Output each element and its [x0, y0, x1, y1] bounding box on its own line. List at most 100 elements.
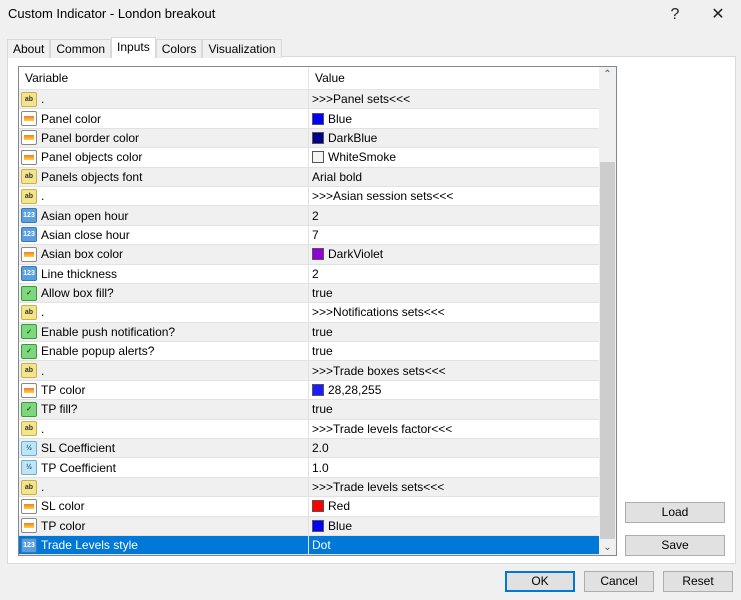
variable-cell[interactable]: 123 Asian close hour: [19, 225, 309, 245]
table-row[interactable]: Panel border color DarkBlue: [19, 128, 599, 149]
value-cell[interactable]: >>>Trade levels sets<<<: [309, 478, 444, 496]
table-row[interactable]: ab. >>>Trade boxes sets<<<: [19, 361, 599, 381]
value-cell[interactable]: >>>Trade levels factor<<<: [309, 420, 452, 438]
variable-name: SL Coefficient: [41, 441, 116, 456]
table-row[interactable]: ab. >>>Trade levels sets<<<: [19, 477, 599, 498]
variable-cell[interactable]: ✓ Allow box fill?: [19, 283, 309, 303]
value-text: true: [312, 402, 333, 417]
variable-cell[interactable]: ½ SL Coefficient: [19, 439, 309, 458]
value-cell[interactable]: true: [309, 342, 333, 360]
value-cell[interactable]: 28,28,255: [309, 381, 381, 399]
column-header-variable[interactable]: Variable: [19, 67, 309, 89]
variable-cell[interactable]: ab.: [19, 361, 309, 380]
save-button[interactable]: Save: [625, 535, 725, 556]
table-row[interactable]: TP color 28,28,255: [19, 380, 599, 401]
variable-cell[interactable]: ✓ TP fill?: [19, 400, 309, 419]
value-cell[interactable]: >>>Notifications sets<<<: [309, 303, 445, 321]
tab-visualization[interactable]: Visualization: [202, 39, 282, 58]
value-cell[interactable]: Arial bold: [309, 168, 362, 186]
value-cell[interactable]: 7: [309, 226, 319, 244]
scroll-up-icon[interactable]: ⌃: [599, 69, 616, 80]
tab-inputs[interactable]: Inputs: [111, 37, 156, 58]
value-cell[interactable]: >>>Panel sets<<<: [309, 90, 410, 108]
table-row[interactable]: Asian box color DarkViolet: [19, 245, 599, 265]
value-cell[interactable]: true: [309, 284, 333, 302]
variable-name: TP Coefficient: [41, 460, 116, 475]
value-text: >>>Panel sets<<<: [312, 92, 411, 107]
value-cell[interactable]: 1.0: [309, 458, 329, 476]
value-cell[interactable]: WhiteSmoke: [309, 148, 396, 166]
value-cell[interactable]: 2.0: [309, 439, 329, 457]
tab-about[interactable]: About: [7, 39, 51, 58]
value-cell[interactable]: Dot: [309, 536, 331, 554]
variable-cell[interactable]: Panel objects color: [19, 148, 309, 167]
help-button[interactable]: ?: [660, 4, 690, 26]
variable-cell[interactable]: ✓ Enable push notification?: [19, 322, 309, 342]
tab-common[interactable]: Common: [50, 39, 112, 58]
value-cell[interactable]: DarkViolet: [309, 245, 383, 263]
table-row[interactable]: ab. >>>Panel sets<<<: [19, 90, 599, 110]
table-row[interactable]: ½ SL Coefficient 2.0: [19, 439, 599, 459]
table-row[interactable]: ab. >>>Asian session sets<<<: [19, 186, 599, 207]
variable-cell[interactable]: ab.: [19, 477, 309, 497]
variable-cell[interactable]: ✓ Enable popup alerts?: [19, 342, 309, 361]
variable-cell[interactable]: ab.: [19, 419, 309, 439]
table-row[interactable]: ½ TP Coefficient 1.0: [19, 458, 599, 478]
variable-cell[interactable]: TP color: [19, 380, 309, 400]
variable-cell[interactable]: ab.: [19, 303, 309, 322]
variable-cell[interactable]: 123 Trade Levels style: [19, 535, 309, 555]
value-cell[interactable]: Red: [309, 497, 350, 515]
table-row[interactable]: ✓ Allow box fill? true: [19, 283, 599, 304]
ok-button[interactable]: OK: [505, 571, 575, 592]
variable-cell[interactable]: Asian box color: [19, 245, 309, 264]
variable-cell[interactable]: TP color: [19, 516, 309, 535]
variable-cell[interactable]: 123 Asian open hour: [19, 206, 309, 225]
column-header-value[interactable]: Value: [309, 67, 345, 89]
close-button[interactable]: ✕: [703, 4, 733, 26]
value-cell[interactable]: true: [309, 323, 333, 341]
variable-cell[interactable]: Panel color: [19, 109, 309, 128]
string-icon: ab: [21, 91, 37, 107]
cancel-button[interactable]: Cancel: [584, 571, 654, 592]
table-row[interactable]: ✓ Enable popup alerts? true: [19, 342, 599, 362]
tab-bar: About Common Inputs Colors Visualization: [7, 37, 282, 58]
boolean-icon: ✓: [21, 401, 37, 417]
variable-cell[interactable]: ab.: [19, 186, 309, 206]
value-cell[interactable]: Blue: [309, 109, 352, 127]
table-row[interactable]: ab. >>>Trade levels factor<<<: [19, 419, 599, 440]
table-row[interactable]: Panel objects color WhiteSmoke: [19, 148, 599, 168]
table-row[interactable]: 123 Asian open hour 2: [19, 206, 599, 226]
scroll-down-icon[interactable]: ⌄: [599, 542, 616, 553]
table-row[interactable]: 123 Trade Levels style Dot: [19, 535, 599, 555]
value-cell[interactable]: 2: [309, 265, 319, 283]
tab-colors[interactable]: Colors: [155, 39, 203, 58]
variable-cell[interactable]: ab.: [19, 90, 309, 109]
value-cell[interactable]: true: [309, 400, 333, 418]
variable-cell[interactable]: ½ TP Coefficient: [19, 458, 309, 477]
variable-cell[interactable]: Panel border color: [19, 128, 309, 148]
value-cell[interactable]: Blue: [309, 517, 352, 535]
variable-name: .: [41, 305, 45, 320]
vertical-scrollbar[interactable]: ⌃ ⌄: [599, 67, 616, 555]
table-row[interactable]: Panel color Blue: [19, 109, 599, 129]
variable-cell[interactable]: 123 Line thickness: [19, 264, 309, 283]
table-row[interactable]: ab Panels objects font Arial bold: [19, 167, 599, 187]
value-text: WhiteSmoke: [328, 150, 397, 165]
load-button[interactable]: Load: [625, 502, 725, 523]
value-cell[interactable]: >>>Trade boxes sets<<<: [309, 361, 446, 379]
table-row[interactable]: SL color Red: [19, 497, 599, 517]
table-row[interactable]: ✓ Enable push notification? true: [19, 322, 599, 343]
reset-button[interactable]: Reset: [663, 571, 733, 592]
variable-cell[interactable]: ab Panels objects font: [19, 167, 309, 186]
scrollbar-thumb[interactable]: [600, 162, 615, 539]
table-row[interactable]: 123 Asian close hour 7: [19, 225, 599, 246]
table-row[interactable]: ✓ TP fill? true: [19, 400, 599, 420]
table-row[interactable]: 123 Line thickness 2: [19, 264, 599, 284]
value-cell[interactable]: 2: [309, 206, 319, 224]
variable-name: Allow box fill?: [41, 286, 114, 301]
variable-cell[interactable]: SL color: [19, 497, 309, 516]
table-row[interactable]: ab. >>>Notifications sets<<<: [19, 303, 599, 323]
table-row[interactable]: TP color Blue: [19, 516, 599, 536]
value-cell[interactable]: DarkBlue: [309, 129, 377, 147]
value-cell[interactable]: >>>Asian session sets<<<: [309, 187, 453, 205]
